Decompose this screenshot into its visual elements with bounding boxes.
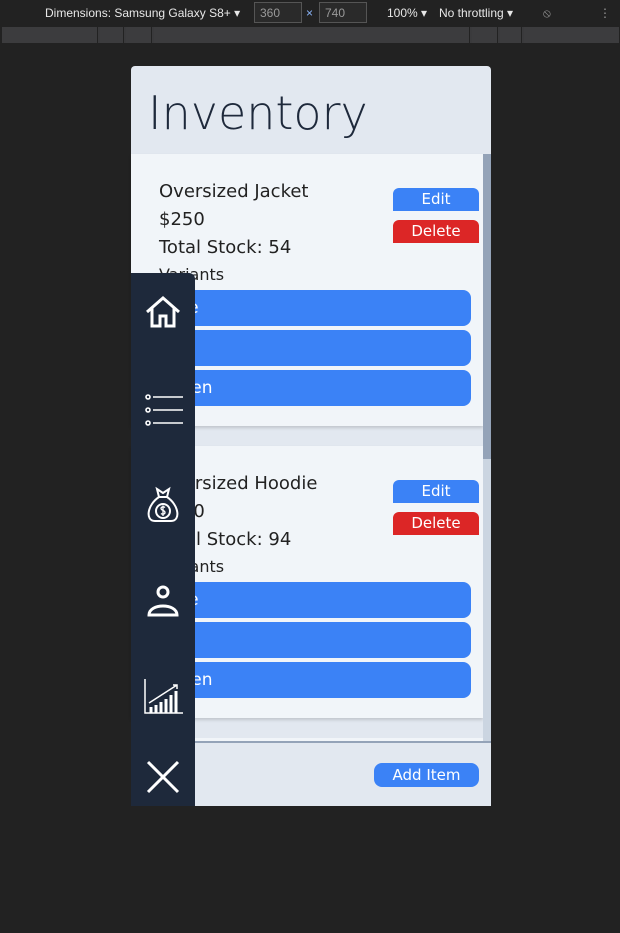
zoom-label: 100% <box>387 6 418 20</box>
edit-button[interactable]: Edit <box>393 480 479 503</box>
devtools-toolbar: Dimensions: Samsung Galaxy S8+ ▾ 360 × 7… <box>0 0 620 26</box>
rotate-icon[interactable]: ⦸ <box>543 6 551 21</box>
zoom-select[interactable]: 100% ▾ <box>387 6 427 20</box>
media-query-bar[interactable] <box>2 27 620 43</box>
height-input[interactable]: 740 <box>319 2 367 23</box>
scrollbar-thumb[interactable] <box>483 154 491 459</box>
variants-label: Variants <box>159 264 455 286</box>
delete-button[interactable]: Delete <box>393 512 479 535</box>
phone-viewport: Inventory Oversized Jacket $250 Total St… <box>131 66 491 806</box>
variants-label: Variants <box>159 556 455 578</box>
throttling-select[interactable]: No throttling ▾ <box>439 6 513 20</box>
home-icon[interactable] <box>143 292 183 332</box>
throttling-label: No throttling <box>439 6 504 20</box>
close-icon[interactable] <box>143 757 183 797</box>
user-icon[interactable] <box>143 581 183 621</box>
times-sign: × <box>306 6 314 20</box>
delete-button[interactable]: Delete <box>393 220 479 243</box>
scrollbar[interactable] <box>483 154 491 741</box>
sidebar <box>131 273 195 806</box>
edit-button[interactable]: Edit <box>393 188 479 211</box>
money-bag-icon[interactable] <box>143 485 183 525</box>
device-select[interactable]: Dimensions: Samsung Galaxy S8+ ▾ <box>45 6 240 20</box>
more-icon[interactable]: ⋮ <box>599 6 611 20</box>
width-input[interactable]: 360 <box>254 2 302 23</box>
add-item-button[interactable]: Add Item <box>374 763 479 787</box>
device-label: Dimensions: Samsung Galaxy S8+ <box>45 6 231 20</box>
list-icon[interactable] <box>143 389 183 429</box>
page-title: Inventory <box>148 86 368 140</box>
chart-icon[interactable] <box>143 677 183 717</box>
